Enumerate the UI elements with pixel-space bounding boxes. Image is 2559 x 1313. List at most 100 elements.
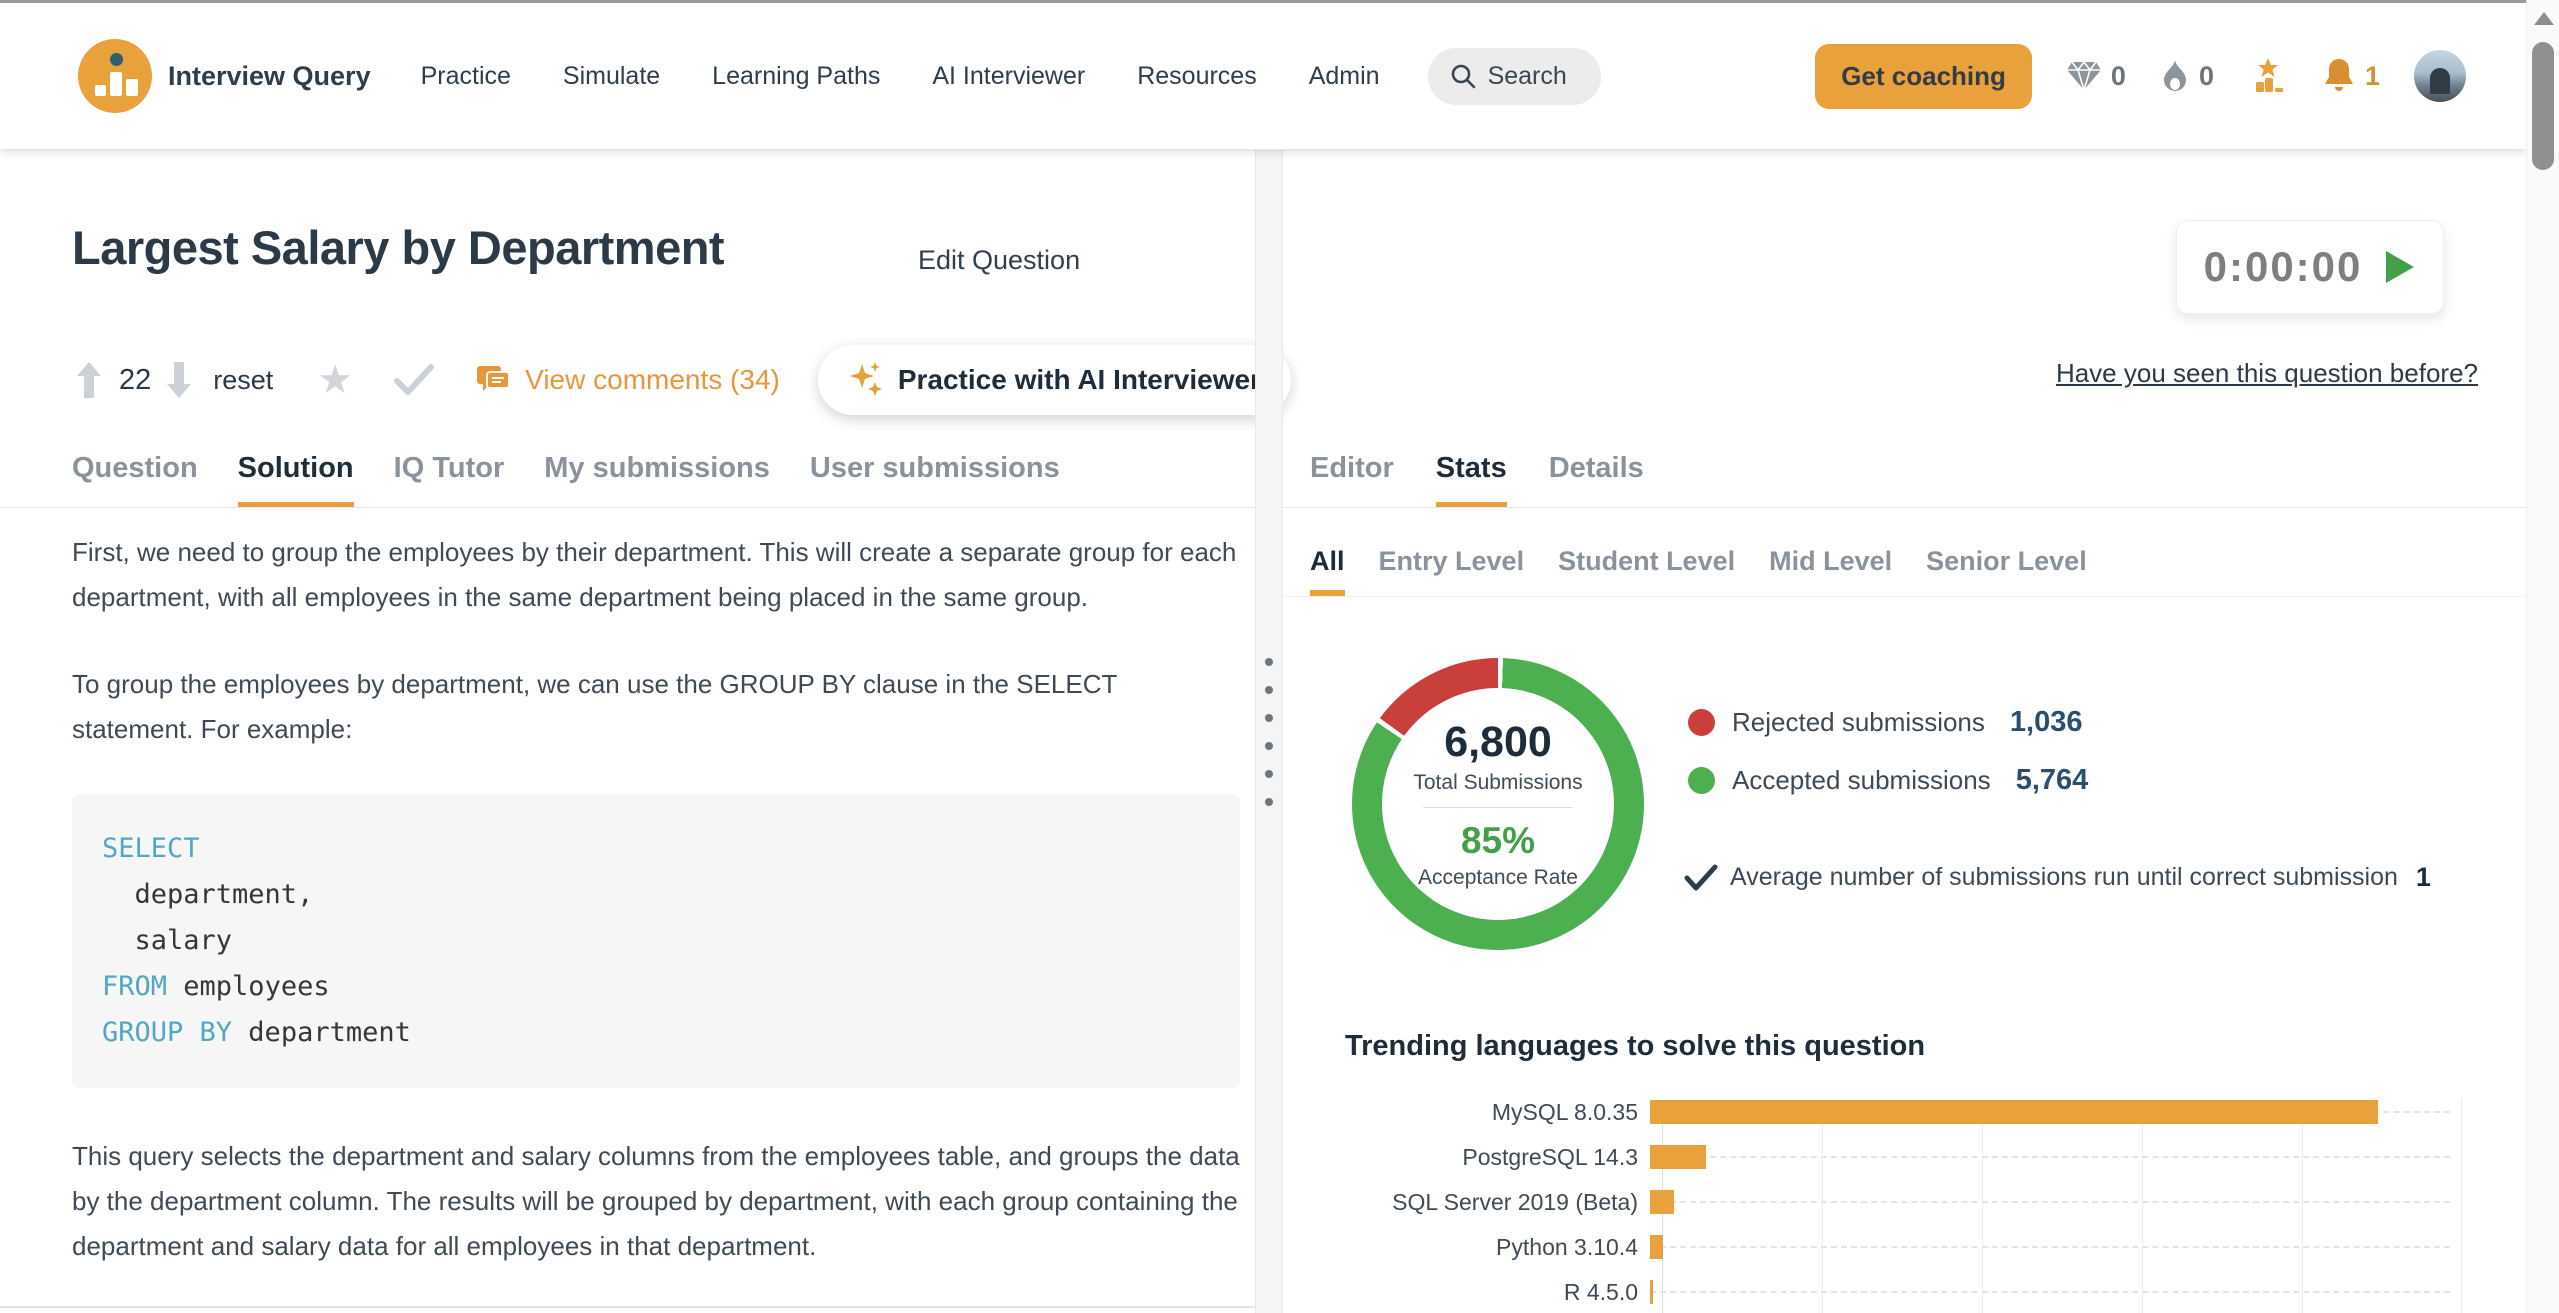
left-tabs-divider [0, 507, 1255, 508]
bar-python [1650, 1235, 1663, 1259]
timer-value: 0:00:00 [2204, 243, 2363, 291]
bar-postgresql [1650, 1145, 1706, 1169]
nav-item-resources[interactable]: Resources [1137, 62, 1257, 91]
gem-icon [2066, 60, 2102, 92]
question-tabs: Question Solution IQ Tutor My submission… [72, 452, 1060, 508]
get-coaching-button[interactable]: Get coaching [1815, 44, 2032, 109]
subtab-all[interactable]: All [1310, 546, 1345, 596]
code-line: department, [102, 872, 1210, 918]
total-submissions-value: 6,800 [1444, 718, 1552, 767]
user-avatar[interactable] [2414, 50, 2466, 102]
code-line: SELECT [102, 826, 1210, 872]
subtabs-divider [1284, 596, 2526, 597]
bar-row-postgresql: PostgreSQL 14.3 [1350, 1145, 2464, 1169]
notifications[interactable]: 1 [2322, 57, 2380, 95]
bar-sqlserver [1650, 1190, 1674, 1214]
bar-row-python: Python 3.10.4 [1350, 1235, 2464, 1259]
total-submissions-label: Total Submissions [1413, 771, 1582, 795]
view-comments-link[interactable]: View comments (34) [475, 364, 780, 396]
solution-paragraph-2: To group the employees by department, we… [72, 662, 1240, 752]
nav-menu: Practice Simulate Learning Paths AI Inte… [421, 62, 1380, 91]
gems-count: 0 [2111, 61, 2126, 92]
average-submissions-row: Average number of submissions run until … [1684, 862, 2484, 893]
window-scrollbar [2526, 0, 2559, 1313]
panel-resize-handle[interactable] [1255, 150, 1283, 1313]
timer-widget: 0:00:00 [2176, 220, 2444, 314]
bookmark-star-icon[interactable]: ★ [317, 360, 353, 400]
edit-question-link[interactable]: Edit Question [918, 245, 1080, 276]
donut-center: 6,800 Total Submissions 85% Acceptance R… [1382, 688, 1614, 920]
gems-counter[interactable]: 0 [2066, 60, 2126, 92]
flame-icon [2160, 58, 2190, 94]
streak-count: 0 [2199, 61, 2214, 92]
legend-row-rejected: Rejected submissions 1,036 [1688, 706, 2088, 739]
donut-legend: Rejected submissions 1,036 Accepted subm… [1688, 706, 2088, 797]
subtab-mid-level[interactable]: Mid Level [1769, 546, 1892, 596]
mark-complete-check-icon[interactable] [393, 363, 435, 397]
acceptance-rate-label: Acceptance Rate [1418, 866, 1578, 890]
average-submissions-value: 1 [2416, 862, 2431, 893]
nav-item-admin[interactable]: Admin [1309, 62, 1380, 91]
nav-item-simulate[interactable]: Simulate [563, 62, 660, 91]
subtab-student-level[interactable]: Student Level [1558, 546, 1735, 596]
submissions-donut-chart: 6,800 Total Submissions 85% Acceptance R… [1352, 658, 1644, 950]
interview-query-logo-icon[interactable] [78, 39, 152, 113]
upvote-icon[interactable] [75, 360, 103, 400]
seen-before-link[interactable]: Have you seen this question before? [2010, 358, 2478, 389]
code-line: GROUP BY department [102, 1010, 1210, 1056]
downvote-icon[interactable] [165, 360, 193, 400]
scrollbar-thumb[interactable] [2532, 42, 2554, 170]
nav-item-practice[interactable]: Practice [421, 62, 511, 91]
view-comments-label: View comments (34) [525, 364, 780, 396]
tab-iq-tutor[interactable]: IQ Tutor [394, 452, 505, 508]
trending-languages-bar-chart: MySQL 8.0.35 PostgreSQL 14.3 SQL Server … [1350, 1100, 2464, 1313]
check-icon [1684, 864, 1718, 892]
vote-toolbar: 22 reset ★ View comments (34) P [75, 345, 1291, 415]
accepted-dot-icon [1688, 767, 1715, 794]
solution-paragraph-1: First, we need to group the employees by… [72, 530, 1240, 620]
subtab-senior-level[interactable]: Senior Level [1926, 546, 2087, 596]
legend-row-accepted: Accepted submissions 5,764 [1688, 764, 2088, 797]
bar-row-mysql: MySQL 8.0.35 [1350, 1100, 2464, 1124]
subtab-entry-level[interactable]: Entry Level [1379, 546, 1525, 596]
bar-mysql [1650, 1100, 2378, 1124]
nav-item-learning-paths[interactable]: Learning Paths [712, 62, 880, 91]
tab-question[interactable]: Question [72, 452, 198, 508]
sql-code-block: SELECT department, salary FROM employees… [72, 794, 1240, 1088]
reset-vote-link[interactable]: reset [213, 365, 273, 396]
notifications-count: 1 [2365, 61, 2380, 92]
practice-ai-interviewer-button[interactable]: Practice with AI Interviewer [818, 345, 1291, 415]
solution-paragraph-3: This query selects the department and sa… [72, 1134, 1240, 1269]
tab-my-submissions[interactable]: My submissions [544, 452, 770, 508]
search-input[interactable]: Search [1428, 48, 1601, 105]
scrollbar-up-arrow[interactable] [2534, 12, 2554, 25]
accepted-count: 5,764 [2016, 764, 2089, 797]
page-title: Largest Salary by Department [72, 220, 724, 275]
timer-play-button[interactable] [2384, 249, 2416, 285]
practice-ai-interviewer-label: Practice with AI Interviewer [898, 364, 1261, 396]
solution-panel: First, we need to group the employees by… [72, 530, 1240, 1311]
tab-details[interactable]: Details [1549, 452, 1644, 508]
donut-center-divider [1423, 807, 1573, 808]
interview-query-page: Interview Query Practice Simulate Learni… [0, 0, 2559, 1313]
streak-counter[interactable]: 0 [2160, 58, 2214, 94]
bar-row-r: R 4.5.0 [1350, 1280, 2464, 1304]
tab-solution[interactable]: Solution [238, 452, 354, 508]
tab-editor[interactable]: Editor [1310, 452, 1394, 508]
search-label: Search [1488, 62, 1567, 91]
sparkles-icon [848, 360, 884, 400]
nav-item-ai-interviewer[interactable]: AI Interviewer [932, 62, 1085, 91]
leaderboard-star-icon[interactable] [2248, 56, 2288, 96]
bar-r [1650, 1280, 1653, 1304]
tab-stats[interactable]: Stats [1436, 452, 1507, 508]
navbar-right-cluster: Get coaching 0 0 [1815, 44, 2466, 109]
code-line: FROM employees [102, 964, 1210, 1010]
bar-row-sqlserver: SQL Server 2019 (Beta) [1350, 1190, 2464, 1214]
trending-languages-title: Trending languages to solve this questio… [1345, 1030, 1925, 1063]
comments-icon [475, 364, 511, 396]
brand-name[interactable]: Interview Query [168, 61, 371, 92]
tab-user-submissions[interactable]: User submissions [810, 452, 1060, 508]
acceptance-rate-value: 85% [1461, 820, 1535, 862]
upvote-count: 22 [119, 364, 151, 397]
stats-level-filter-tabs: All Entry Level Student Level Mid Level … [1310, 546, 2087, 596]
